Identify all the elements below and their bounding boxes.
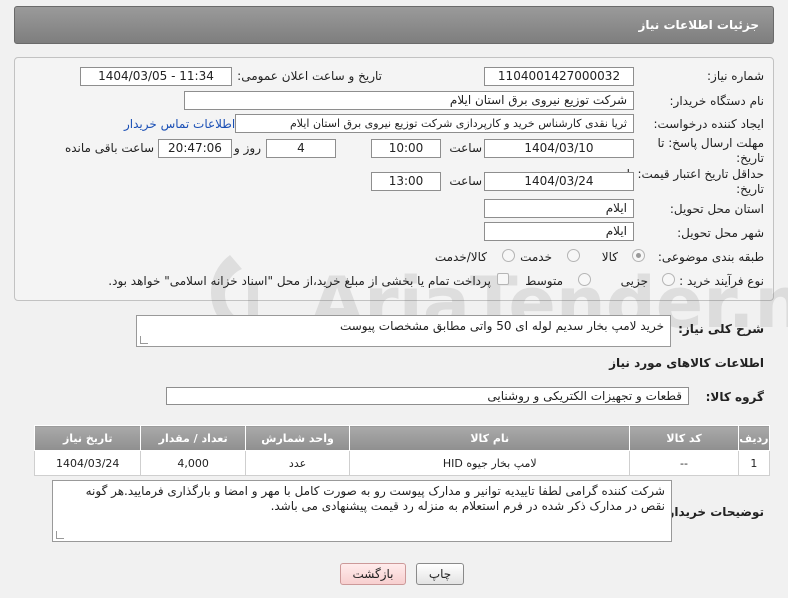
description-textarea[interactable]: خرید لامپ بخار سدیم لوله ای 50 واتی مطاب… — [136, 315, 671, 347]
print-button[interactable]: چاپ — [416, 563, 464, 585]
remaining-time-field: 20:47:06 — [158, 139, 232, 158]
process-minor-radio[interactable] — [662, 273, 675, 286]
cell-quantity: 4,000 — [140, 450, 246, 476]
goods-table-header: ردیف کد کالا نام کالا واحد شمارش تعداد /… — [33, 425, 771, 451]
description-label: شرح کلی نیاز: — [678, 322, 764, 336]
category-service-radio[interactable] — [567, 249, 580, 262]
price-validity-label: حداقل تاریخ اعتبار قیمت: تا تاریخ: — [626, 167, 764, 196]
goods-table: ردیف کد کالا نام کالا واحد شمارش تعداد /… — [33, 425, 771, 476]
remaining-label: ساعت باقی مانده — [64, 141, 154, 155]
goods-group-label: گروه کالا: — [705, 390, 764, 404]
goods-group-field: قطعات و تجهیزات الکتریکی و روشنایی — [166, 387, 689, 405]
category-goods-label: کالا — [601, 250, 618, 264]
category-service-label: خدمت — [520, 250, 552, 264]
creator-label: ایجاد کننده درخواست: — [653, 117, 764, 131]
buyer-contact-link[interactable]: اطلاعات تماس خریدار — [124, 117, 235, 131]
reply-time-field: 10:00 — [371, 139, 441, 158]
col-name: نام کالا — [349, 425, 631, 451]
process-type-label: نوع فرآیند خرید : — [679, 274, 764, 288]
category-both-label: کالا/خدمت — [434, 250, 487, 264]
col-row: ردیف — [737, 425, 771, 451]
col-code: کد کالا — [629, 425, 739, 451]
treasury-payment-note: پرداخت تمام یا بخشی از مبلغ خرید،از محل … — [108, 274, 491, 288]
city-label: شهر محل تحویل: — [677, 226, 764, 240]
price-date-field: 1404/03/24 — [484, 172, 634, 191]
buyer-notes-text: شرکت کننده گرامی لطفا تاییدیه توانیر و م… — [85, 484, 665, 513]
col-unit: واحد شمارش — [244, 425, 351, 451]
days-field: 4 — [266, 139, 336, 158]
province-label: استان محل تحویل: — [669, 202, 764, 216]
treasury-payment-checkbox[interactable] — [497, 273, 509, 285]
city-field: ایلام — [484, 222, 634, 241]
announce-label: تاریخ و ساعت اعلان عمومی: — [237, 69, 382, 83]
price-time-label: ساعت — [449, 174, 482, 188]
need-number-field: 1104001427000032 — [484, 67, 634, 86]
reply-date-field: 1404/03/10 — [484, 139, 634, 158]
resize-handle-icon[interactable] — [56, 531, 64, 539]
back-button[interactable]: بازگشت — [340, 563, 406, 585]
days-label: روز و — [234, 141, 261, 155]
category-goods-radio[interactable] — [632, 249, 645, 262]
process-minor-label: جزیی — [620, 274, 648, 288]
buyer-org-label: نام دستگاه خریدار: — [669, 94, 765, 108]
category-both-radio[interactable] — [502, 249, 515, 262]
page-title: جزئیات اطلاعات نیاز — [638, 18, 759, 32]
page-header: جزئیات اطلاعات نیاز — [14, 6, 774, 44]
reply-deadline-label: مهلت ارسال پاسخ: تا تاریخ: — [657, 136, 764, 165]
cell-row: 1 — [737, 450, 771, 476]
province-field: ایلام — [484, 199, 634, 218]
cell-need-date: 1404/03/24 — [33, 450, 142, 476]
price-time-field: 13:00 — [371, 172, 441, 191]
buyer-notes-textarea[interactable]: شرکت کننده گرامی لطفا تاییدیه توانیر و م… — [52, 480, 672, 542]
cell-code: -- — [629, 450, 739, 476]
col-quantity: تعداد / مقدار — [140, 425, 246, 451]
goods-section-title: اطلاعات کالاهای مورد نیاز — [609, 356, 764, 370]
announce-field: 1404/03/05 - 11:34 — [80, 67, 232, 86]
cell-name: لامپ بخار جیوه HID — [349, 450, 631, 476]
description-text: خرید لامپ بخار سدیم لوله ای 50 واتی مطاب… — [339, 319, 664, 333]
col-need-date: تاریخ نیاز — [33, 425, 142, 451]
cell-unit: عدد — [244, 450, 351, 476]
buyer-notes-label: توضیحات خریدار: — [662, 505, 764, 519]
process-medium-label: متوسط — [525, 274, 563, 288]
process-medium-radio[interactable] — [578, 273, 591, 286]
buyer-org-field: شرکت توزیع نیروی برق استان ایلام — [184, 91, 634, 110]
resize-handle-icon[interactable] — [140, 336, 148, 344]
table-row[interactable]: 1 -- لامپ بخار جیوه HID عدد 4,000 1404/0… — [33, 450, 771, 476]
reply-time-label: ساعت — [449, 141, 482, 155]
category-label: طبقه بندی موضوعی: — [657, 250, 764, 264]
need-number-label: شماره نیاز: — [707, 69, 764, 83]
creator-field: ثریا نقدی کارشناس خرید و کارپردازی شرکت … — [235, 114, 634, 133]
